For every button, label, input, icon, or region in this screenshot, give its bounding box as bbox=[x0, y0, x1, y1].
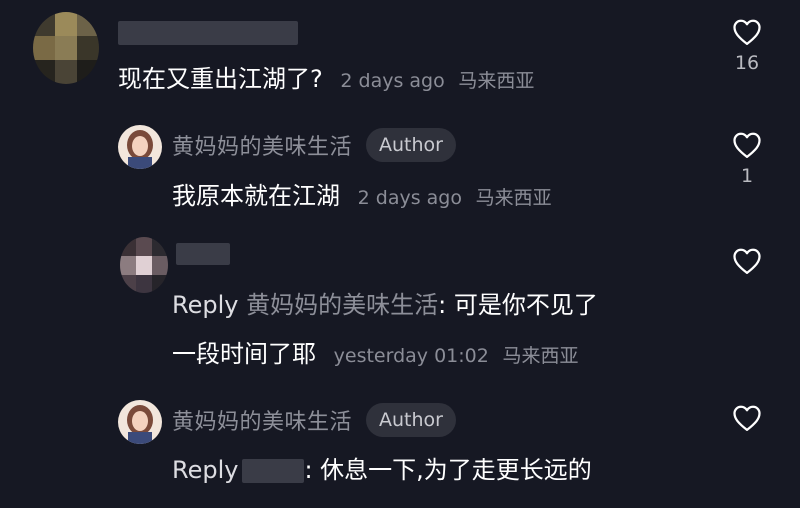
pixelated-avatar-image bbox=[33, 12, 99, 84]
like-button[interactable]: 16 bbox=[723, 18, 771, 74]
reply-label: Reply bbox=[172, 291, 239, 319]
comment-text: : 休息一下,为了走更长远的 bbox=[304, 456, 592, 484]
heart-outline-icon bbox=[733, 248, 761, 274]
comment-time: 2 days ago bbox=[340, 70, 445, 92]
author-name[interactable]: 黄妈妈的美味生活 bbox=[172, 404, 352, 436]
author-name-line: 黄妈妈的美味生活 Author bbox=[172, 403, 456, 437]
reply-label: Reply bbox=[172, 456, 239, 484]
reply-target-name[interactable]: 黄妈妈的美味生活 bbox=[246, 291, 438, 319]
avatar[interactable] bbox=[33, 12, 99, 84]
comment-text: 现在又重出江湖了? bbox=[118, 65, 323, 93]
comment-location: 马来西亚 bbox=[458, 70, 535, 92]
comment-location: 马来西亚 bbox=[502, 345, 579, 367]
like-button[interactable] bbox=[723, 247, 771, 275]
comment-text-continued: 一段时间了耶 bbox=[172, 340, 316, 368]
reply-text-line: Reply : 休息一下,为了走更长远的 bbox=[172, 453, 592, 487]
avatar[interactable] bbox=[120, 237, 168, 293]
like-button[interactable] bbox=[723, 404, 771, 432]
comment-text-line: 现在又重出江湖了? 2 days ago 马来西亚 bbox=[118, 62, 534, 98]
like-button[interactable]: 1 bbox=[723, 131, 771, 187]
author-name-line: 黄妈妈的美味生活 Author bbox=[172, 128, 456, 162]
comment-location: 马来西亚 bbox=[475, 187, 552, 209]
pixelated-avatar-image bbox=[120, 237, 168, 293]
like-count: 16 bbox=[734, 52, 760, 74]
author-badge: Author bbox=[366, 128, 456, 162]
reply-text-line-1: Reply 黄妈妈的美味生活: 可是你不见了 bbox=[172, 288, 598, 322]
comment-text-line: 我原本就在江湖 2 days ago 马来西亚 bbox=[172, 179, 552, 215]
heart-outline-icon bbox=[733, 132, 761, 158]
comment-time: yesterday 01:02 bbox=[333, 345, 489, 367]
comment-text: : 可是你不见了 bbox=[438, 291, 598, 319]
author-avatar[interactable] bbox=[118, 125, 162, 169]
author-avatar[interactable] bbox=[118, 400, 162, 444]
comment-text: 我原本就在江湖 bbox=[172, 182, 340, 210]
author-avatar-image bbox=[118, 125, 162, 169]
comment-time: 2 days ago bbox=[357, 187, 462, 209]
like-count: 1 bbox=[740, 165, 754, 187]
username-redacted[interactable] bbox=[118, 21, 298, 45]
author-name[interactable]: 黄妈妈的美味生活 bbox=[172, 129, 352, 161]
reply-target-redacted[interactable] bbox=[242, 459, 305, 483]
reply-text-line-2: 一段时间了耶 yesterday 01:02 马来西亚 bbox=[172, 337, 579, 373]
heart-outline-icon bbox=[733, 19, 761, 45]
heart-outline-icon bbox=[733, 405, 761, 431]
author-avatar-image bbox=[118, 400, 162, 444]
username-redacted[interactable] bbox=[176, 243, 230, 265]
author-badge: Author bbox=[366, 403, 456, 437]
